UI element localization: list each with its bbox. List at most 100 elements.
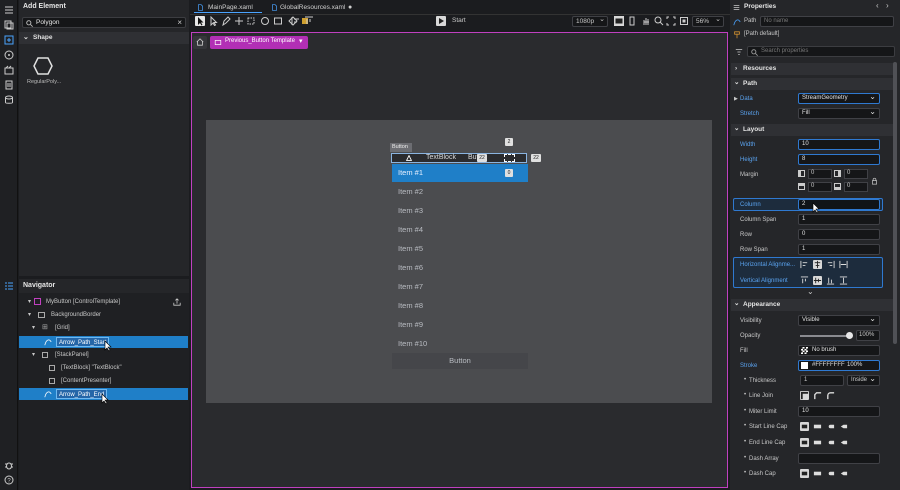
filter-icon[interactable] — [735, 48, 743, 56]
selected-path[interactable] — [504, 154, 515, 162]
row-span-input[interactable]: 1 — [798, 244, 880, 255]
cap-triangle-icon[interactable] — [839, 469, 848, 478]
column-input[interactable]: 2 — [798, 199, 880, 210]
lock-icon[interactable] — [871, 177, 878, 185]
tree-item-textblock[interactable]: [TextBlock] "TextBlock" — [18, 362, 188, 374]
regular-polygon-item[interactable]: RegularPoly... — [23, 52, 65, 94]
navigator-icon[interactable] — [4, 281, 14, 291]
list-item[interactable]: Item #3 — [392, 202, 528, 220]
scrollbar-thumb[interactable] — [893, 62, 897, 344]
thickness-mode-select[interactable]: Inside — [847, 374, 880, 386]
align-top-icon[interactable] — [800, 276, 809, 285]
tab-globalresources[interactable]: GlobalResources.xaml ● — [268, 2, 358, 13]
move-tool-icon[interactable] — [234, 16, 244, 26]
chevron-down-icon[interactable]: ⌄ — [807, 287, 814, 296]
width-input[interactable]: 10 — [798, 139, 880, 150]
opacity-input[interactable]: 100% — [856, 330, 880, 341]
clear-search-icon[interactable]: × — [177, 18, 182, 27]
miter-limit-input[interactable]: 10 — [798, 406, 880, 417]
align-top-icon[interactable] — [304, 16, 314, 26]
section-layout[interactable]: ⌄ Layout — [731, 124, 893, 136]
join-bevel-icon[interactable] — [813, 391, 822, 400]
tree-item-mybutton[interactable]: ▾ MyButton [ControlTemplate] — [18, 296, 188, 308]
list-item[interactable]: Item #5 — [392, 240, 528, 258]
stroke-input[interactable]: #FFFFFFFF 100% — [798, 360, 880, 371]
list-item[interactable]: Item #4 — [392, 221, 528, 239]
play-icon[interactable] — [436, 16, 446, 26]
zoom-icon[interactable] — [654, 16, 664, 26]
margin-left-input[interactable]: 0 — [808, 169, 832, 179]
help-icon[interactable]: ? — [4, 475, 14, 485]
data-select[interactable]: StreamGeometry — [798, 92, 880, 104]
thickness-input[interactable]: 1 — [800, 375, 844, 386]
chevron-left-icon[interactable]: ‹ — [876, 1, 879, 10]
list-item[interactable]: Item #8 — [392, 297, 528, 315]
align-stretch-vertical-icon[interactable] — [839, 276, 848, 285]
cap-square-icon[interactable] — [813, 469, 822, 478]
cap-flat-icon[interactable] — [800, 422, 809, 431]
section-appearance[interactable]: ⌄ Appearance — [731, 299, 893, 311]
tree-item-contentpresenter[interactable]: [ContentPresenter] — [18, 375, 188, 387]
database-icon[interactable] — [4, 95, 14, 105]
row-input[interactable]: 0 — [798, 229, 880, 240]
rectangle-tool-icon[interactable] — [273, 16, 283, 26]
template-breadcrumb[interactable]: Previous_Button Template ▾ — [210, 36, 308, 49]
property-search-input[interactable]: Search properties — [747, 46, 895, 57]
section-path[interactable]: ⌄ Path — [731, 78, 893, 90]
join-round-icon[interactable] — [826, 391, 835, 400]
add-element-icon[interactable] — [4, 35, 14, 45]
fill-input[interactable]: No brush — [798, 345, 880, 356]
palette-icon[interactable] — [4, 50, 14, 60]
bug-icon[interactable] — [4, 460, 14, 470]
list-item[interactable]: Item #2 — [392, 183, 528, 201]
ellipse-tool-icon[interactable] — [260, 16, 270, 26]
tree-item-grid[interactable]: ▾ ⊞ [Grid] — [18, 322, 188, 334]
opacity-slider-thumb[interactable] — [846, 332, 853, 339]
align-stretch-icon[interactable] — [839, 260, 848, 269]
cap-round-icon[interactable] — [826, 469, 835, 478]
fit-screen-icon[interactable] — [666, 16, 676, 26]
bottom-button[interactable]: Button — [392, 353, 528, 369]
align-center-icon[interactable] — [813, 260, 822, 269]
pen-tool-icon[interactable] — [221, 16, 231, 26]
cap-square-icon[interactable] — [813, 422, 822, 431]
tab-mainpage[interactable]: MainPage.xaml — [194, 2, 262, 13]
cap-flat-icon[interactable] — [800, 438, 809, 447]
element-name-input[interactable]: No name — [760, 16, 894, 27]
chevron-right-icon[interactable]: › — [886, 1, 889, 10]
expand-arrow-icon[interactable]: ▶ — [734, 96, 738, 102]
stretch-select[interactable]: Fill — [798, 107, 880, 119]
button-header-row[interactable]: TextBlock Butt — [391, 153, 527, 163]
join-miter-icon[interactable] — [800, 391, 809, 400]
menu-icon[interactable] — [4, 5, 14, 15]
margin-bottom-input[interactable]: 0 — [844, 182, 868, 192]
direct-select-icon[interactable] — [208, 16, 218, 26]
align-left-icon[interactable] — [800, 260, 809, 269]
cap-triangle-icon[interactable] — [839, 438, 848, 447]
align-left-icon[interactable] — [291, 16, 301, 26]
cap-square-icon[interactable] — [813, 438, 822, 447]
assets-icon[interactable] — [4, 65, 14, 75]
resolution-select[interactable]: 1080p ⌄ — [572, 16, 608, 27]
visibility-select[interactable]: Visible — [798, 314, 880, 326]
margin-right-input[interactable]: 0 — [844, 169, 868, 179]
cap-flat-icon[interactable] — [800, 469, 809, 478]
tree-item-stackpanel[interactable]: ▾ [StackPanel] — [18, 349, 188, 361]
list-item[interactable]: Item #10 — [392, 335, 528, 353]
cap-round-icon[interactable] — [826, 438, 835, 447]
align-right-icon[interactable] — [826, 260, 835, 269]
desktop-view-icon[interactable] — [614, 16, 624, 26]
height-input[interactable]: 8 — [798, 154, 880, 165]
cap-triangle-icon[interactable] — [839, 422, 848, 431]
tree-item-backgroundborder[interactable]: ▾ BackgroundBorder — [18, 309, 188, 321]
files-icon[interactable] — [4, 80, 14, 90]
transform-tool-icon[interactable] — [246, 16, 256, 26]
export-icon[interactable] — [173, 298, 181, 306]
cap-round-icon[interactable] — [826, 422, 835, 431]
align-middle-icon[interactable] — [813, 276, 822, 285]
dash-array-input[interactable] — [798, 453, 880, 464]
pages-icon[interactable] — [4, 20, 14, 30]
home-button[interactable] — [193, 36, 207, 49]
column-span-input[interactable]: 1 — [798, 214, 880, 225]
section-resources[interactable]: › Resources — [731, 63, 893, 75]
